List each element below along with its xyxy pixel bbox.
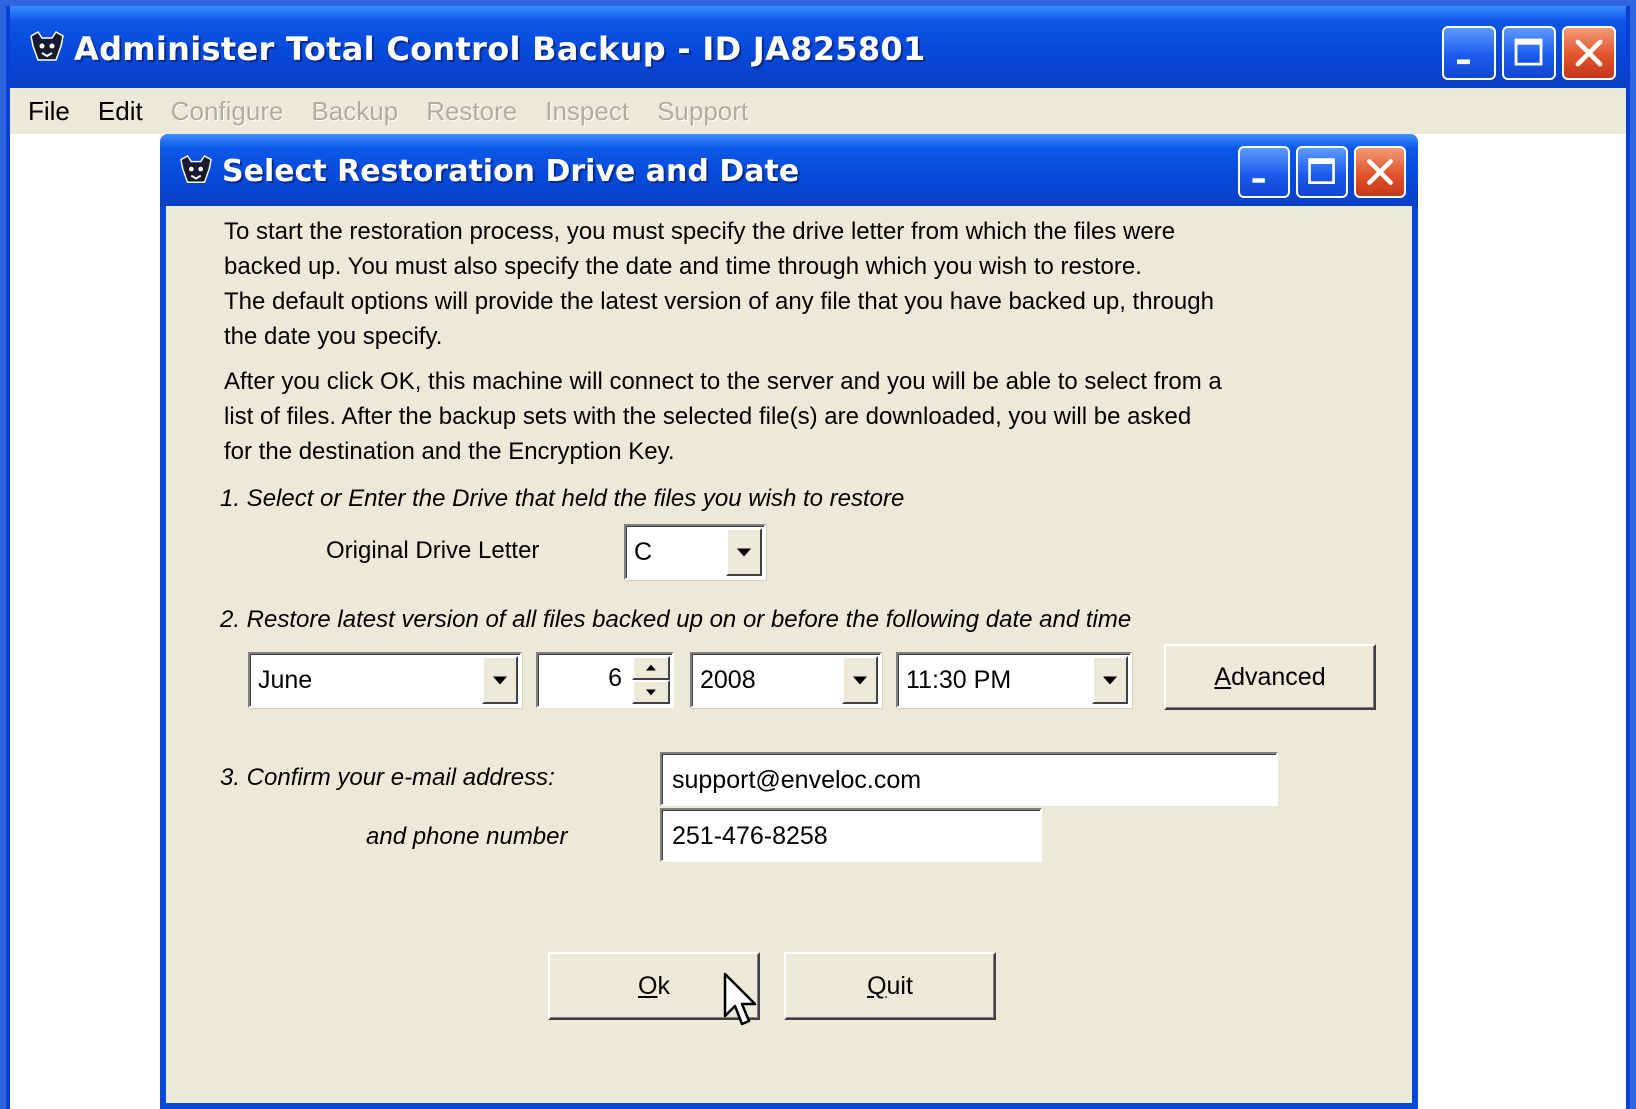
- email-field[interactable]: support@enveloc.com: [660, 752, 1278, 806]
- year-value: 2008: [700, 666, 756, 694]
- drive-letter-dropdown-button[interactable]: [726, 528, 762, 576]
- dialog-titlebar[interactable]: Select Restoration Drive and Date: [160, 134, 1418, 206]
- maximize-button[interactable]: [1502, 26, 1556, 80]
- drive-letter-combo[interactable]: C: [624, 524, 766, 580]
- menu-file[interactable]: File: [28, 96, 70, 127]
- day-value: 6: [608, 664, 622, 692]
- email-value: support@enveloc.com: [672, 766, 922, 794]
- close-button[interactable]: [1562, 26, 1616, 80]
- drive-letter-value: C: [634, 538, 653, 566]
- time-value: 11:30 PM: [906, 666, 1012, 694]
- intro-line: the date you specify.: [224, 323, 443, 350]
- restore-dialog: Select Restoration Drive and Date To sta…: [160, 134, 1418, 1109]
- dialog-app-icon: [180, 154, 212, 183]
- spin-down-icon: [646, 689, 656, 696]
- menu-edit[interactable]: Edit: [98, 96, 143, 127]
- step3-instruction: 3. Confirm your e-mail address:: [220, 764, 555, 791]
- mouse-pointer-icon: [723, 972, 757, 1026]
- advanced-label: dvanced: [1231, 662, 1326, 691]
- quit-button[interactable]: Quit: [784, 952, 996, 1020]
- minimize-icon: [1252, 178, 1265, 183]
- chevron-down-icon: [1102, 676, 1118, 685]
- advanced-accelerator: A: [1214, 662, 1232, 691]
- dialog-maximize-button[interactable]: [1296, 146, 1348, 198]
- intro-line: To start the restoration process, you mu…: [224, 218, 1176, 245]
- chevron-down-icon: [852, 676, 868, 685]
- menu-support: Support: [657, 95, 749, 126]
- month-value: June: [258, 666, 313, 694]
- menu-configure: Configure: [170, 95, 284, 126]
- dialog-title: Select Restoration Drive and Date: [222, 154, 800, 189]
- phone-label: and phone number: [366, 823, 568, 850]
- menu-inspect: Inspect: [545, 95, 630, 126]
- quit-label: uit: [886, 971, 913, 1000]
- menu-bar: File Edit Configure Backup Restore Inspe…: [10, 88, 1626, 134]
- maximize-icon: [1308, 158, 1335, 184]
- app-icon: [30, 31, 64, 61]
- year-combo[interactable]: 2008: [690, 652, 882, 708]
- step2-instruction: 2. Restore latest version of all files b…: [220, 606, 1132, 633]
- drive-letter-label: Original Drive Letter: [326, 537, 540, 564]
- phone-value: 251-476-8258: [672, 822, 828, 850]
- menu-backup: Backup: [311, 95, 399, 126]
- main-titlebar[interactable]: Administer Total Control Backup - ID JA8…: [10, 6, 1626, 88]
- minimize-button[interactable]: [1442, 26, 1496, 80]
- dialog-close-button[interactable]: [1354, 146, 1406, 198]
- maximize-icon: [1514, 38, 1543, 66]
- spin-up-icon: [646, 664, 656, 671]
- month-combo[interactable]: June: [248, 652, 522, 708]
- time-combo[interactable]: 11:30 PM: [896, 652, 1132, 708]
- chevron-down-icon: [492, 676, 508, 685]
- day-decrement-button[interactable]: [632, 680, 670, 704]
- time-dropdown-button[interactable]: [1092, 656, 1128, 704]
- intro-line: list of files. After the backup sets wit…: [224, 403, 1192, 430]
- advanced-button[interactable]: Advanced: [1164, 644, 1376, 710]
- menu-restore: Restore: [426, 95, 518, 126]
- month-dropdown-button[interactable]: [482, 656, 518, 704]
- step1-instruction: 1. Select or Enter the Drive that held t…: [220, 485, 905, 512]
- intro-line: The default options will provide the lat…: [224, 288, 1214, 315]
- quit-accelerator: Q: [867, 971, 887, 1000]
- ok-label: k: [657, 971, 670, 1000]
- intro-paragraph-2: After you click OK, this machine will co…: [224, 364, 1364, 469]
- intro-line: After you click OK, this machine will co…: [224, 368, 1222, 395]
- ok-accelerator: O: [638, 971, 658, 1000]
- intro-line: backed up. You must also specify the dat…: [224, 253, 1142, 280]
- day-increment-button[interactable]: [632, 656, 670, 680]
- minimize-icon: [1456, 59, 1470, 65]
- day-spinner[interactable]: 6: [536, 652, 674, 708]
- year-dropdown-button[interactable]: [842, 656, 878, 704]
- phone-field[interactable]: 251-476-8258: [660, 808, 1042, 862]
- intro-line: for the destination and the Encryption K…: [224, 438, 675, 465]
- intro-paragraph-1: To start the restoration process, you mu…: [224, 214, 1364, 354]
- main-window-title: Administer Total Control Backup - ID JA8…: [74, 30, 926, 68]
- chevron-down-icon: [736, 548, 752, 557]
- close-icon: [1367, 159, 1393, 185]
- close-icon: [1575, 39, 1603, 67]
- dialog-minimize-button[interactable]: [1238, 146, 1290, 198]
